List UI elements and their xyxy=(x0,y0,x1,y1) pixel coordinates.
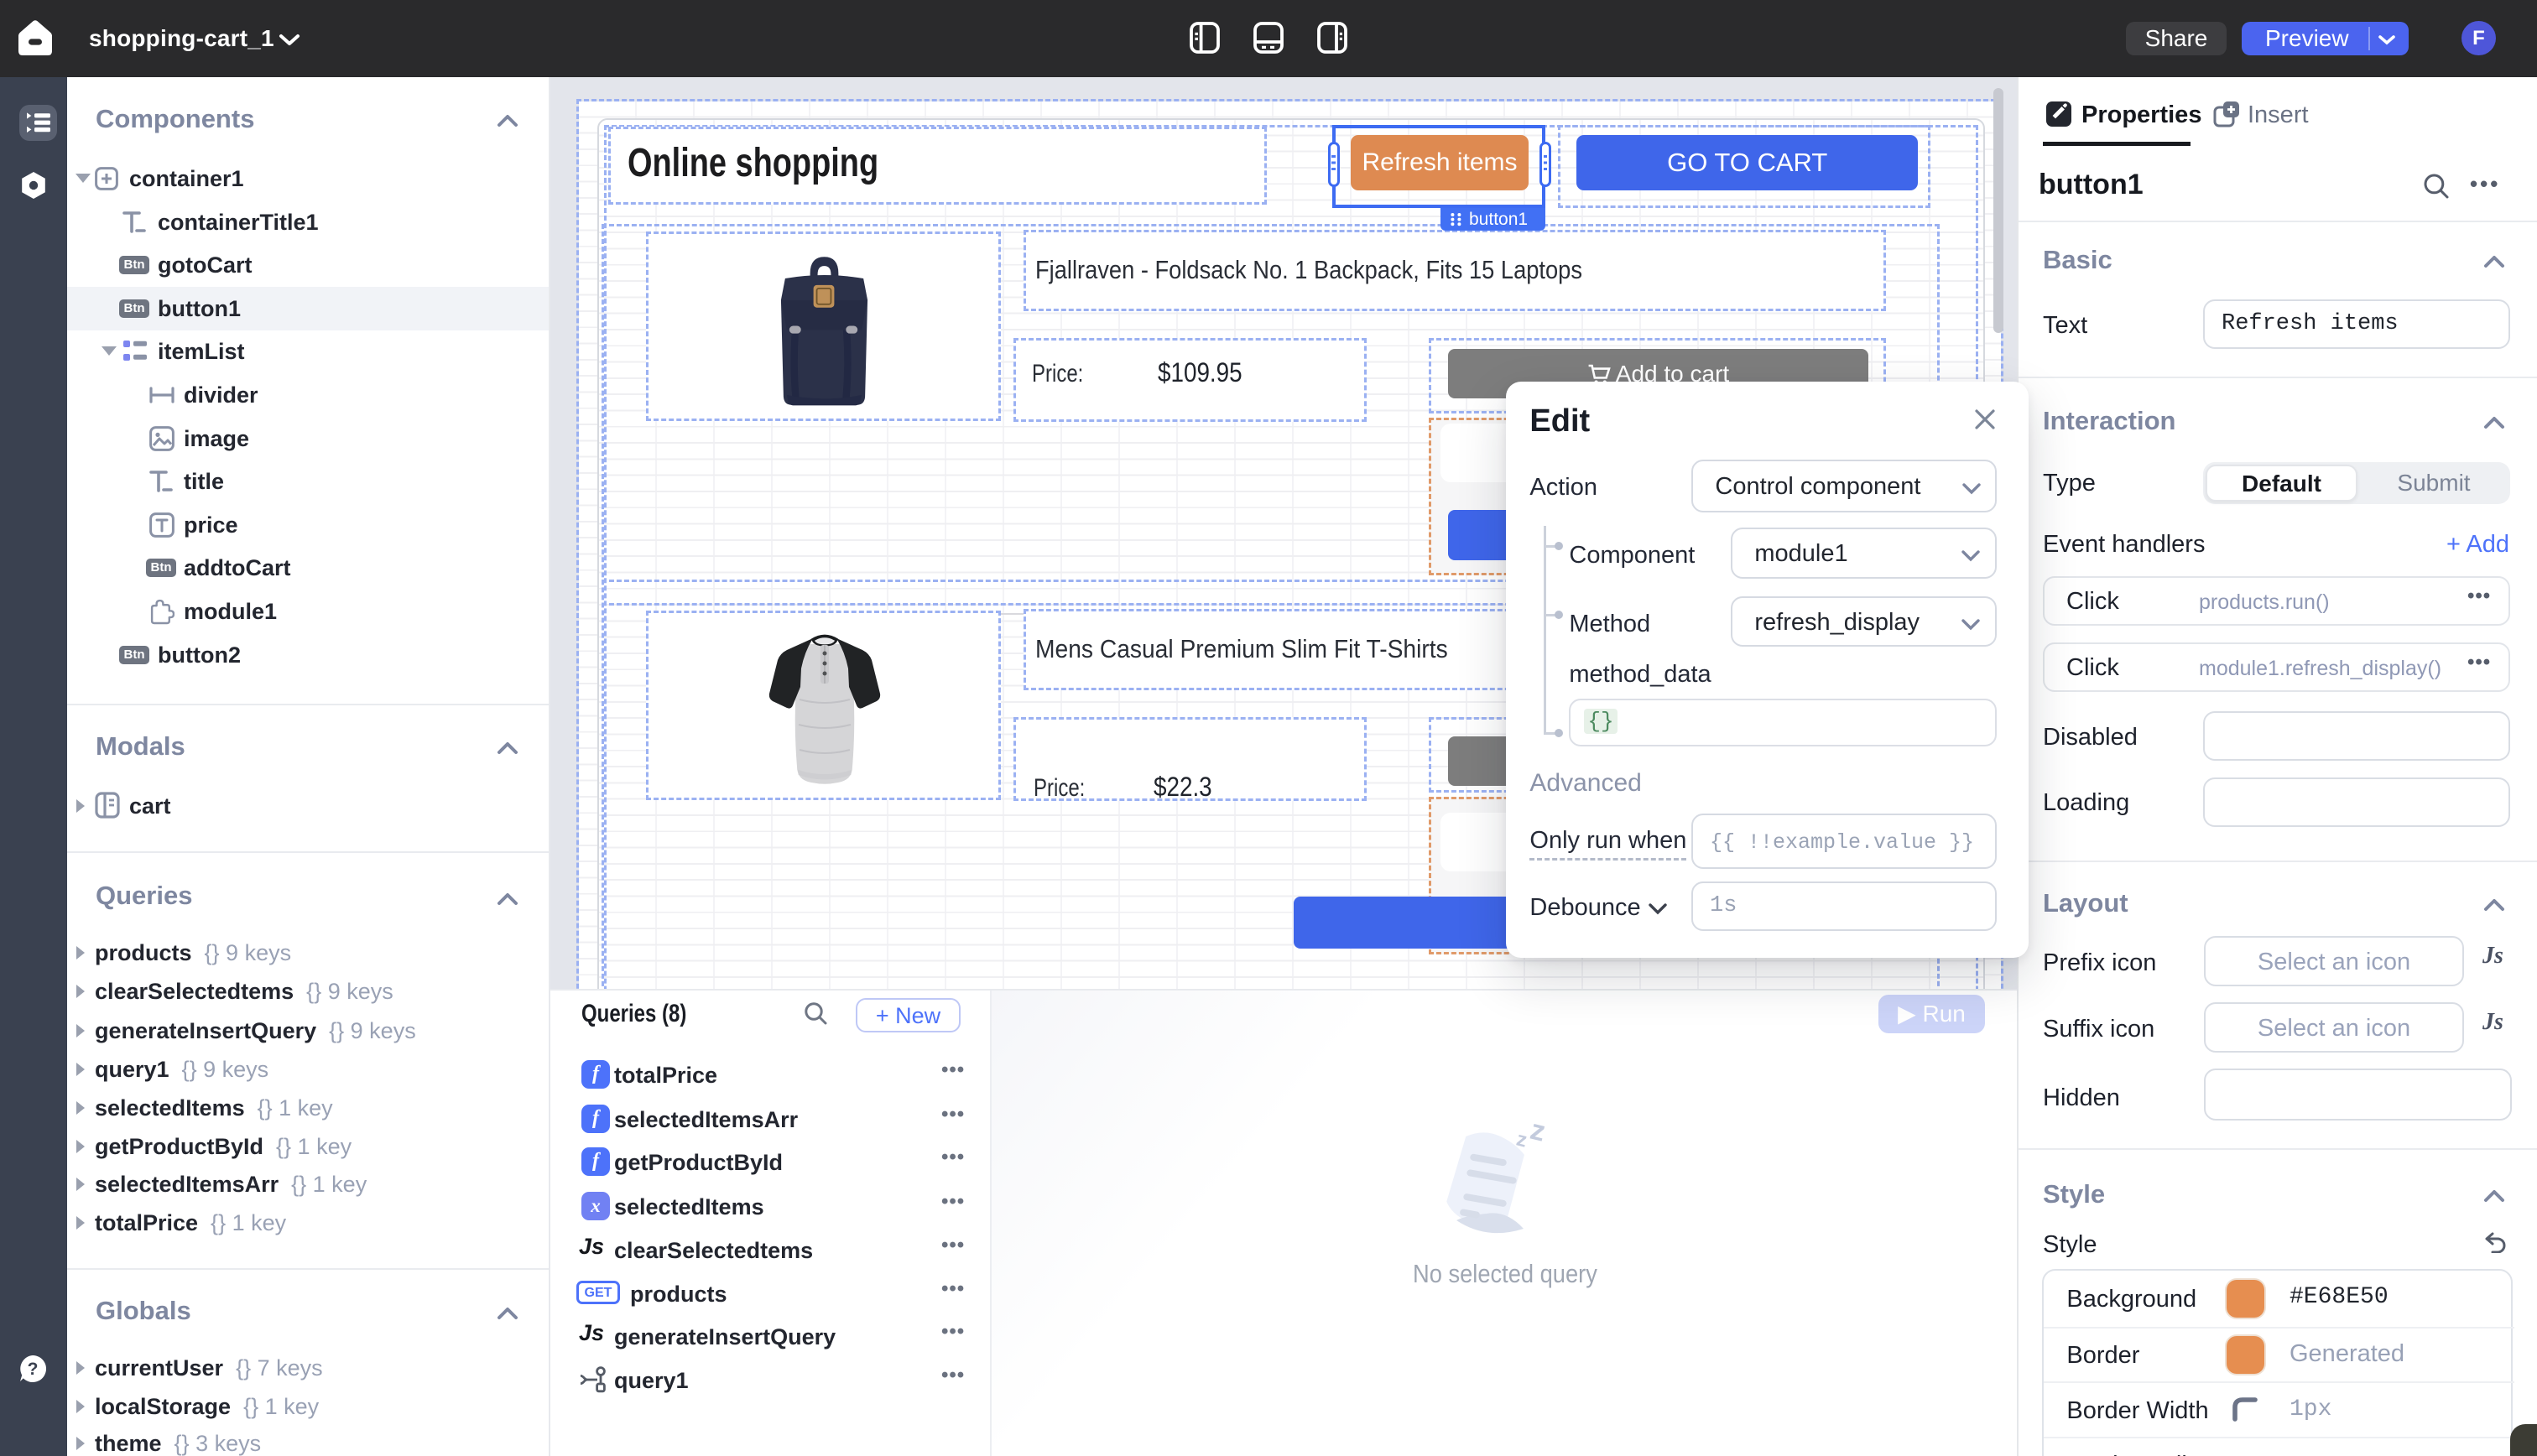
svg-text:?: ? xyxy=(28,1360,39,1379)
svg-text:z: z xyxy=(1514,1127,1529,1152)
svg-text:z: z xyxy=(1527,1123,1547,1148)
